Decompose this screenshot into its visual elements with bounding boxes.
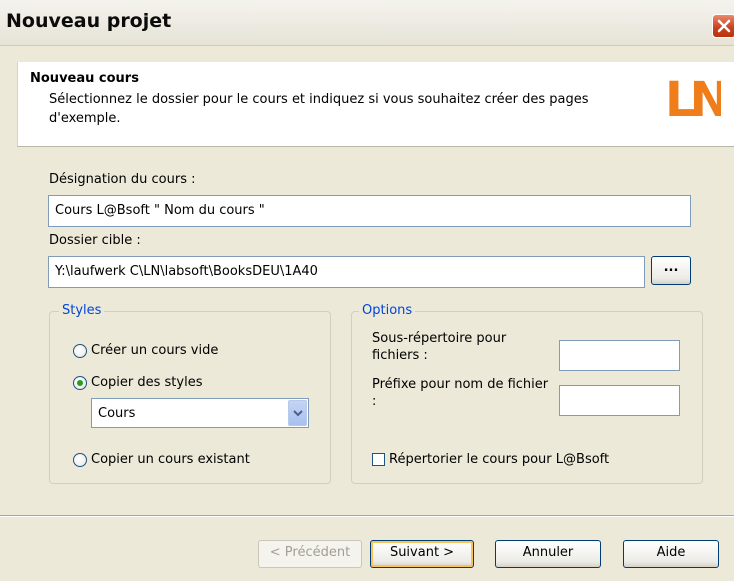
- styles-select-dropdown-button[interactable]: [288, 400, 307, 426]
- radio-copy-existing-circle[interactable]: [73, 452, 87, 467]
- next-button[interactable]: Suivant >: [370, 540, 474, 568]
- register-course-checkbox[interactable]: Répertorier le cours pour L@Bsoft: [372, 452, 609, 467]
- target-folder-input[interactable]: Y:\laufwerk C\LN\labsoft\BooksDEU\1A40: [48, 256, 645, 288]
- title-bar: Nouveau projet: [0, 0, 734, 46]
- subdir-input[interactable]: [559, 340, 680, 371]
- radio-copy-existing[interactable]: Copier un cours existant: [73, 452, 250, 467]
- subdir-label: Sous-répertoire pour fichiers :: [372, 331, 507, 363]
- chevron-down-icon: [292, 410, 303, 417]
- register-course-checkbox-box[interactable]: [372, 453, 385, 466]
- close-icon: [717, 19, 731, 33]
- browse-button[interactable]: ...: [651, 256, 691, 285]
- radio-empty-course-label: Créer un cours vide: [91, 343, 219, 358]
- register-course-label: Répertorier le cours pour L@Bsoft: [389, 452, 610, 467]
- prefix-input[interactable]: [559, 385, 680, 416]
- radio-copy-existing-label: Copier un cours existant: [91, 452, 250, 467]
- footer-divider: [0, 515, 734, 517]
- target-folder-label: Dossier cible :: [49, 233, 141, 248]
- prefix-label: Préfixe pour nom de fichier :: [372, 377, 549, 409]
- ln-logo: LN: [665, 72, 721, 122]
- header-description: Sélectionnez le dossier pour le cours et…: [49, 92, 589, 126]
- course-name-label: Désignation du cours :: [49, 172, 196, 187]
- styles-legend: Styles: [59, 303, 105, 318]
- styles-select-value: Cours: [98, 406, 136, 421]
- radio-copy-styles[interactable]: Copier des styles: [73, 375, 202, 390]
- cancel-button[interactable]: Annuler: [495, 540, 601, 568]
- course-name-input[interactable]: Cours L@Bsoft " Nom du cours ": [48, 195, 691, 227]
- header-title: Nouveau cours: [30, 71, 139, 86]
- radio-empty-course-circle[interactable]: [73, 343, 87, 358]
- options-legend: Options: [359, 303, 416, 318]
- radio-empty-course[interactable]: Créer un cours vide: [73, 343, 218, 358]
- close-button[interactable]: [712, 14, 734, 38]
- radio-copy-styles-label: Copier des styles: [91, 375, 203, 390]
- previous-button[interactable]: < Précédent: [258, 540, 362, 568]
- help-button[interactable]: Aide: [623, 540, 719, 568]
- radio-copy-styles-circle[interactable]: [73, 375, 87, 390]
- window-title: Nouveau projet: [6, 10, 172, 32]
- logo-text: LN: [665, 72, 721, 122]
- styles-select[interactable]: Cours: [91, 398, 309, 428]
